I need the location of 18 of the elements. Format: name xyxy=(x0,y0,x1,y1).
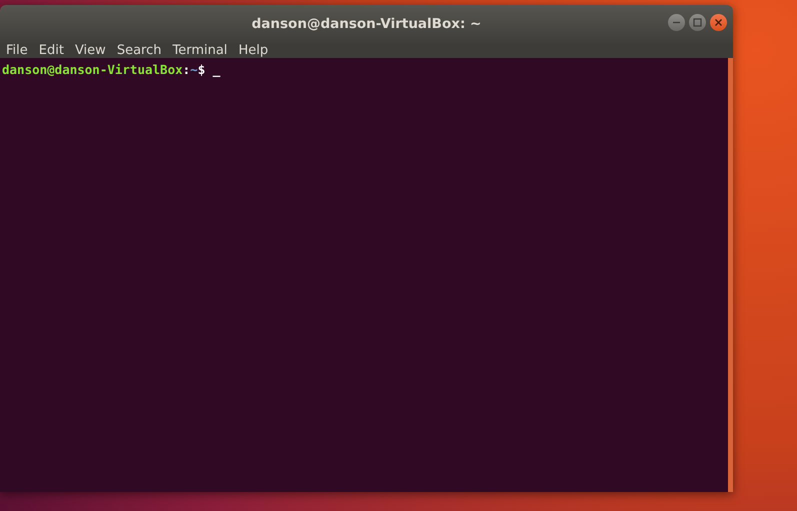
menu-item[interactable]: Terminal xyxy=(172,43,228,58)
text-cursor: _ xyxy=(212,61,220,79)
prompt-user-host: danson@danson-VirtualBox xyxy=(2,61,183,79)
prompt-path: ~ xyxy=(190,61,198,79)
window-title: danson@danson-VirtualBox: ~ xyxy=(252,14,482,34)
scrollbar[interactable] xyxy=(728,58,733,492)
menu-item[interactable]: Help xyxy=(238,43,268,58)
close-button[interactable] xyxy=(710,14,727,31)
prompt-symbol: $ xyxy=(198,61,206,79)
menu-item[interactable]: Search xyxy=(116,43,162,58)
minimize-button[interactable] xyxy=(668,14,685,31)
maximize-icon xyxy=(693,18,702,27)
close-icon xyxy=(714,18,723,27)
maximize-button[interactable] xyxy=(689,14,706,31)
menu-item[interactable]: View xyxy=(74,43,106,58)
menu-item[interactable]: File xyxy=(6,43,28,58)
menu-item[interactable]: Edit xyxy=(38,43,64,58)
prompt-separator: : xyxy=(182,61,190,79)
